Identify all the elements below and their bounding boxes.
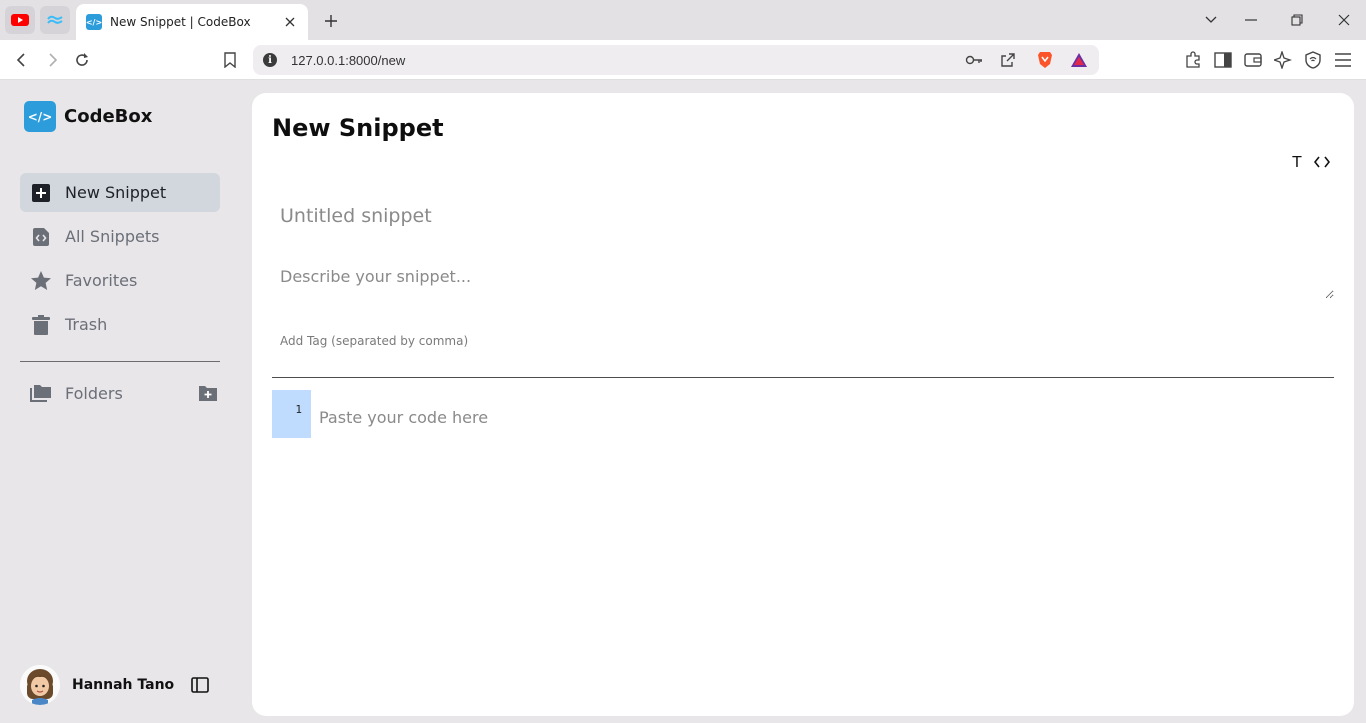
pinned-tab-youtube[interactable] bbox=[5, 6, 35, 34]
plus-square-icon bbox=[30, 182, 52, 204]
sidebar-toggle-icon[interactable] bbox=[1211, 48, 1235, 72]
snippet-title-input[interactable] bbox=[272, 196, 1334, 236]
code-editor-input[interactable] bbox=[311, 400, 1334, 434]
password-key-icon[interactable] bbox=[964, 50, 984, 70]
sidebar-divider bbox=[20, 361, 220, 362]
brave-shields-icon[interactable] bbox=[1035, 50, 1055, 70]
minimize-icon[interactable] bbox=[1239, 8, 1263, 32]
extensions-icon[interactable] bbox=[1181, 48, 1205, 72]
leo-ai-icon[interactable] bbox=[1271, 48, 1295, 72]
restore-icon[interactable] bbox=[1285, 8, 1309, 32]
folders-label: Folders bbox=[65, 383, 123, 403]
tab-search-chevron-icon[interactable] bbox=[1199, 8, 1223, 32]
user-name: Hannah Tano bbox=[72, 677, 175, 693]
url-text[interactable]: 127.0.0.1:8000/new bbox=[291, 53, 405, 68]
star-icon bbox=[30, 270, 52, 292]
wallet-icon[interactable] bbox=[1241, 48, 1265, 72]
back-icon[interactable] bbox=[10, 48, 34, 72]
codebox-logo-icon: </> bbox=[24, 101, 56, 132]
address-bar[interactable]: i 127.0.0.1:8000/new bbox=[253, 45, 1099, 75]
bookmark-icon[interactable] bbox=[218, 48, 242, 72]
folders-icon bbox=[30, 382, 52, 404]
text-mode-button[interactable]: T bbox=[1286, 151, 1308, 173]
avatar[interactable] bbox=[20, 665, 60, 705]
codebox-favicon-icon: </> bbox=[86, 14, 102, 30]
vpn-shield-icon[interactable] bbox=[1301, 48, 1325, 72]
folder-add-icon[interactable] bbox=[196, 381, 220, 405]
snippet-editor-panel: New Snippet T 1 bbox=[252, 93, 1354, 716]
tags-divider bbox=[272, 377, 1334, 378]
nav-label: Trash bbox=[65, 315, 108, 334]
pinned-tab-tailwind[interactable] bbox=[40, 6, 70, 34]
avatar-illustration-icon bbox=[20, 665, 60, 705]
tab-title: New Snippet | CodeBox bbox=[110, 15, 251, 29]
reload-icon[interactable] bbox=[70, 48, 94, 72]
nav-label: Favorites bbox=[65, 271, 138, 290]
nav-item-new-snippet[interactable]: New Snippet bbox=[20, 173, 220, 212]
nav-item-favorites[interactable]: Favorites bbox=[20, 261, 220, 300]
brand[interactable]: </> CodeBox bbox=[24, 101, 152, 132]
browser-tab-strip: </> New Snippet | CodeBox bbox=[0, 0, 1366, 40]
code-file-icon bbox=[30, 226, 52, 248]
tab-close-icon[interactable] bbox=[282, 14, 298, 30]
line-number-gutter: 1 bbox=[272, 390, 311, 438]
youtube-icon bbox=[11, 14, 29, 26]
close-window-icon[interactable] bbox=[1332, 8, 1356, 32]
forward-icon[interactable] bbox=[40, 48, 64, 72]
app-sidebar: </> CodeBox New Snippet All Snippets Fav… bbox=[0, 80, 252, 723]
browser-tab-active[interactable]: </> New Snippet | CodeBox bbox=[76, 4, 308, 40]
brave-rewards-icon[interactable] bbox=[1069, 50, 1089, 70]
snippet-tags-input[interactable] bbox=[272, 329, 1334, 353]
trash-icon bbox=[30, 314, 52, 336]
tailwind-icon bbox=[47, 15, 63, 24]
nav-item-trash[interactable]: Trash bbox=[20, 305, 220, 344]
code-mode-button[interactable] bbox=[1311, 151, 1333, 173]
snippet-description-input[interactable] bbox=[272, 263, 1334, 299]
page-title: New Snippet bbox=[272, 114, 444, 142]
brand-name: CodeBox bbox=[64, 106, 153, 127]
site-info-icon[interactable]: i bbox=[263, 53, 277, 67]
menu-icon[interactable] bbox=[1331, 48, 1355, 72]
folders-section[interactable]: Folders bbox=[20, 375, 220, 411]
share-icon[interactable] bbox=[998, 50, 1018, 70]
code-brackets-icon bbox=[1314, 156, 1330, 168]
nav-label: All Snippets bbox=[65, 227, 160, 246]
user-profile[interactable]: Hannah Tano bbox=[20, 665, 220, 705]
nav-label: New Snippet bbox=[65, 183, 167, 202]
nav-item-all-snippets[interactable]: All Snippets bbox=[20, 217, 220, 256]
new-tab-icon[interactable] bbox=[320, 10, 342, 32]
collapse-sidebar-icon[interactable] bbox=[190, 675, 210, 695]
